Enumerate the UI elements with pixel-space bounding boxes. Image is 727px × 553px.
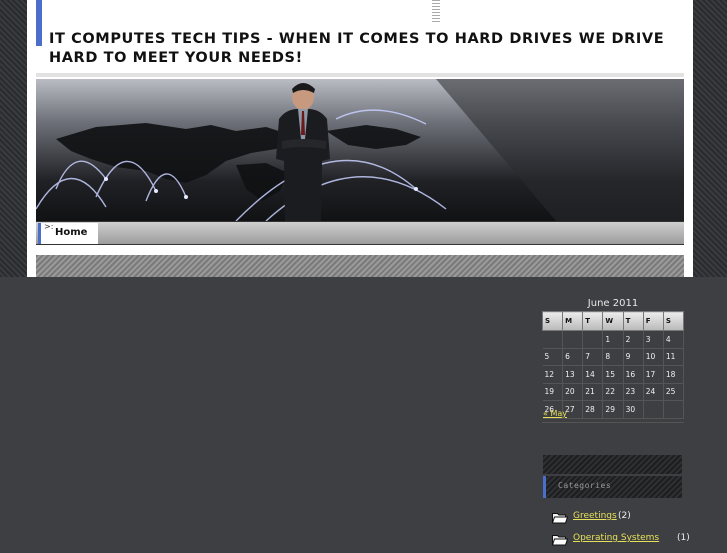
main-navigation: >: Home xyxy=(36,221,684,245)
businessman-world-map-illustration xyxy=(36,79,684,221)
folder-icon xyxy=(552,535,568,546)
calendar-day: 3 xyxy=(643,330,664,349)
category-item[interactable]: Greetings (2) xyxy=(552,509,692,531)
calendar-day: 18 xyxy=(663,365,685,384)
calendar-day: 10 xyxy=(643,348,664,366)
weekday-header: M xyxy=(562,311,584,331)
calendar-day: 1 xyxy=(602,330,624,349)
calendar-table: S M T W T F S 1 2 3 4 5 6 7 8 9 10 11 12… xyxy=(541,311,685,419)
weekday-header: S xyxy=(662,311,685,331)
nav-marker-icon: >: xyxy=(44,222,54,231)
calendar-prev-month-link[interactable]: « May xyxy=(543,409,567,418)
calendar-day: 5 xyxy=(542,348,564,366)
categories-title: Categories xyxy=(558,481,612,490)
category-label[interactable]: Greetings xyxy=(573,511,617,521)
calendar-day: 19 xyxy=(542,383,564,401)
category-item[interactable]: Operating Systems (1) xyxy=(552,531,692,553)
calendar-day: 15 xyxy=(602,365,624,384)
nav-item-home[interactable]: >: Home xyxy=(38,223,98,244)
category-count: (2) xyxy=(618,511,631,521)
calendar-day: 25 xyxy=(663,383,685,401)
calendar-day xyxy=(582,330,604,349)
category-link[interactable]: Greetings xyxy=(573,511,617,521)
calendar-day: 23 xyxy=(623,383,644,401)
calendar-day xyxy=(562,330,584,349)
content-header-stripe xyxy=(36,255,684,277)
calendar-day: 12 xyxy=(542,365,564,384)
calendar-day: 13 xyxy=(562,365,584,384)
folder-icon xyxy=(552,513,568,524)
title-accent-bar xyxy=(36,0,42,46)
calendar-week-row: 1 2 3 4 xyxy=(542,330,685,349)
weekday-header: F xyxy=(642,311,664,331)
calendar-day: 20 xyxy=(562,383,584,401)
calendar-day: 17 xyxy=(643,365,664,384)
calendar-caption: June 2011 xyxy=(587,298,639,309)
calendar-day: 24 xyxy=(643,383,664,401)
nav-item-home-label: Home xyxy=(55,227,88,238)
calendar-day: 6 xyxy=(562,348,584,366)
weekday-header: S xyxy=(541,311,564,331)
calendar-day: 9 xyxy=(623,348,644,366)
weekday-header: T xyxy=(582,311,604,331)
calendar-day: 22 xyxy=(602,383,624,401)
title-divider xyxy=(36,73,684,77)
weekday-header: T xyxy=(622,311,644,331)
site-title[interactable]: IT COMPUTES TECH TIPS - WHEN IT COMES TO… xyxy=(49,30,689,68)
calendar-day: 16 xyxy=(623,365,644,384)
header-banner-image xyxy=(36,79,684,221)
businessman-figure xyxy=(276,83,330,221)
calendar-day: 21 xyxy=(582,383,604,401)
calendar-day: 11 xyxy=(663,348,685,366)
calendar-day: 4 xyxy=(663,330,685,349)
resize-grip-icon xyxy=(432,0,440,24)
calendar-week-row: 12 13 14 15 16 17 18 xyxy=(542,365,685,384)
calendar-day xyxy=(542,330,564,349)
calendar-week-row: 19 20 21 22 23 24 25 xyxy=(542,383,685,401)
category-label[interactable]: Operating Systems xyxy=(573,533,659,543)
calendar-week-row: 5 6 7 8 9 10 11 xyxy=(542,348,685,366)
category-count: (1) xyxy=(677,533,690,543)
categories-widget-header: Categories xyxy=(543,476,682,498)
sidebar-widget-header xyxy=(543,455,682,474)
calendar-widget: June 2011 S M T W T F S 1 2 3 4 5 6 7 8 … xyxy=(541,297,685,419)
calendar-day: 8 xyxy=(602,348,624,366)
calendar-day: 14 xyxy=(582,365,604,384)
calendar-day: 7 xyxy=(582,348,604,366)
calendar-navigation: « May xyxy=(542,407,684,423)
category-link[interactable]: Operating Systems xyxy=(573,533,659,543)
categories-list: Greetings (2) Operating Systems (1) xyxy=(552,509,692,553)
weekday-header: W xyxy=(602,311,624,331)
calendar-day: 2 xyxy=(623,330,644,349)
